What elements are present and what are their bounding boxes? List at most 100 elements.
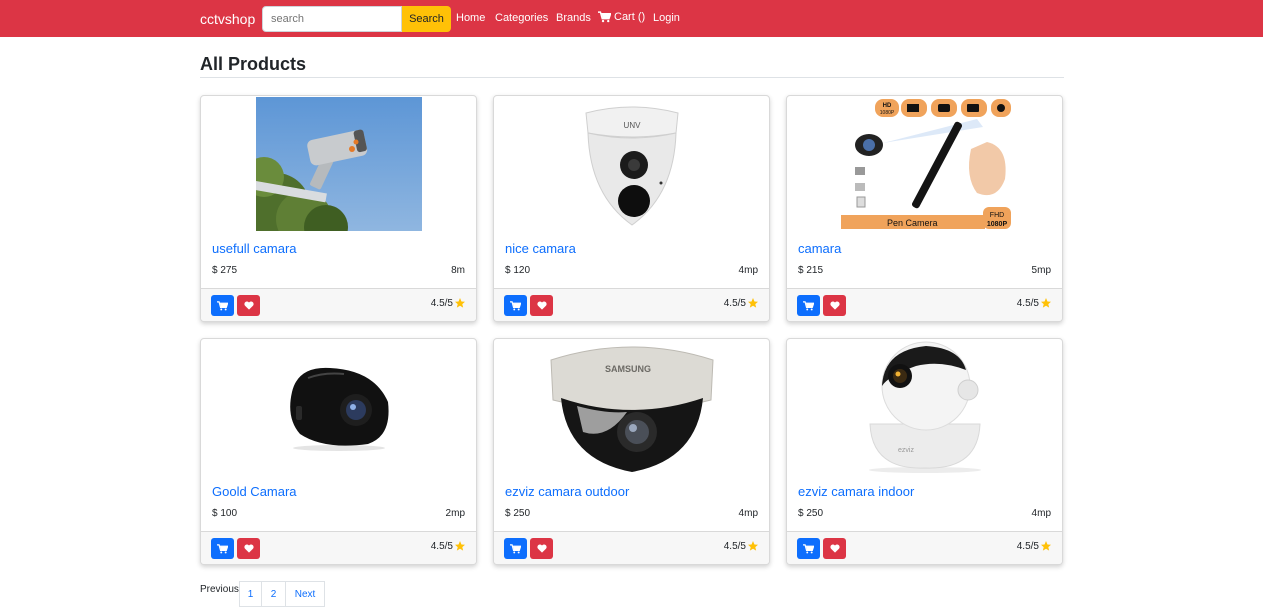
- product-image[interactable]: ezviz: [787, 339, 1062, 475]
- product-spec: 4mp: [738, 508, 758, 519]
- product-card: HD 1080P Pen Camera FHD 1080P camara $ 2…: [786, 95, 1063, 322]
- hd-badge-top: HD: [882, 103, 891, 109]
- product-rating: 4.5/5: [724, 540, 759, 552]
- brand-logo[interactable]: cctvshop: [200, 11, 255, 27]
- product-spec: 4mp: [1031, 508, 1051, 519]
- add-to-wishlist-button[interactable]: [237, 295, 260, 316]
- card-footer: 4.5/5: [787, 531, 1062, 564]
- star-icon: [455, 541, 465, 551]
- star-icon: [1041, 298, 1051, 308]
- heart-icon: [829, 544, 840, 553]
- nav-brands[interactable]: Brands: [556, 12, 591, 24]
- product-rating: 4.5/5: [431, 297, 466, 309]
- add-to-cart-button[interactable]: [797, 538, 820, 559]
- cart-icon: [510, 300, 521, 310]
- add-to-cart-button[interactable]: [504, 538, 527, 559]
- star-icon: [748, 298, 758, 308]
- nav-cart-label: Cart (): [614, 11, 646, 23]
- product-name[interactable]: ezviz camara indoor: [798, 484, 914, 499]
- nav-login[interactable]: Login: [653, 12, 680, 24]
- product-price: $ 120: [505, 265, 531, 276]
- product-image[interactable]: [201, 339, 476, 475]
- heart-icon: [243, 544, 254, 553]
- search-button[interactable]: Search: [402, 6, 451, 32]
- product-price: $ 275: [212, 265, 238, 276]
- star-icon: [455, 298, 465, 308]
- product-price: $ 215: [798, 265, 824, 276]
- product-rating: 4.5/5: [1017, 540, 1052, 552]
- product-card: usefull camara $ 275 8m 4.5/5: [200, 95, 477, 322]
- product-name[interactable]: nice camara: [505, 241, 576, 256]
- rating-value: 4.5/5: [1016, 297, 1039, 309]
- cart-icon: [217, 300, 228, 310]
- add-to-wishlist-button[interactable]: [823, 295, 846, 316]
- mini-camera-photo: [289, 367, 389, 451]
- cart-icon: [598, 11, 611, 23]
- product-image[interactable]: [201, 96, 476, 232]
- card-footer: 4.5/5: [494, 531, 769, 564]
- rating-value: 4.5/5: [430, 297, 453, 309]
- cart-icon: [510, 543, 521, 553]
- pagination-next[interactable]: Next: [286, 581, 325, 607]
- product-image[interactable]: UNV: [494, 96, 769, 232]
- product-image[interactable]: HD 1080P Pen Camera FHD 1080P: [787, 96, 1062, 232]
- samsung-dome-camera-photo: SAMSUNG: [546, 340, 717, 474]
- nav-cart[interactable]: Cart (): [598, 11, 645, 23]
- add-to-wishlist-button[interactable]: [237, 538, 260, 559]
- nav-home[interactable]: Home: [456, 12, 485, 24]
- add-to-cart-button[interactable]: [797, 295, 820, 316]
- pagination-previous[interactable]: Previous: [200, 584, 239, 595]
- product-rating: 4.5/5: [724, 297, 759, 309]
- cart-icon: [217, 543, 228, 553]
- title-divider: [200, 77, 1064, 78]
- hd-badge-bottom: 1080P: [879, 110, 894, 116]
- star-icon: [748, 541, 758, 551]
- product-name[interactable]: Goold Camara: [212, 484, 297, 499]
- heart-icon: [243, 301, 254, 310]
- add-to-wishlist-button[interactable]: [530, 295, 553, 316]
- pen-camera-photo: HD 1080P Pen Camera FHD 1080P: [836, 97, 1013, 231]
- unv-logo-text: UNV: [623, 121, 641, 130]
- rating-value: 4.5/5: [723, 540, 746, 552]
- product-card: ezviz ezviz camara indoor $ 250 4mp 4.5/…: [786, 338, 1063, 565]
- add-to-wishlist-button[interactable]: [530, 538, 553, 559]
- indoor-camera-photo: ezviz: [849, 340, 1000, 474]
- product-spec: 8m: [451, 265, 465, 276]
- card-footer: 4.5/5: [787, 288, 1062, 321]
- product-card: SAMSUNG ezviz camara outdoor $ 250 4mp 4…: [493, 338, 770, 565]
- product-spec: 5mp: [1031, 265, 1051, 276]
- card-footer: 4.5/5: [494, 288, 769, 321]
- ezviz-logo-text: ezviz: [898, 447, 914, 454]
- pagination-page-2[interactable]: 2: [262, 581, 286, 607]
- nav-categories[interactable]: Categories: [495, 12, 548, 24]
- samsung-logo-text: SAMSUNG: [605, 364, 651, 374]
- pen-camera-caption: Pen Camera: [887, 218, 938, 228]
- search-input[interactable]: [262, 6, 402, 32]
- dome-camera-photo: UNV: [571, 97, 692, 231]
- bullet-camera-photo: [255, 97, 422, 231]
- product-price: $ 100: [212, 508, 238, 519]
- add-to-cart-button[interactable]: [211, 538, 234, 559]
- navbar: cctvshop Search Home Categories Brands C…: [0, 0, 1263, 37]
- add-to-cart-button[interactable]: [504, 295, 527, 316]
- card-footer: 4.5/5: [201, 288, 476, 321]
- fhd-resolution: 1080P: [986, 221, 1007, 228]
- product-price: $ 250: [798, 508, 824, 519]
- product-rating: 4.5/5: [1017, 297, 1052, 309]
- add-to-wishlist-button[interactable]: [823, 538, 846, 559]
- product-image[interactable]: SAMSUNG: [494, 339, 769, 475]
- product-name[interactable]: ezviz camara outdoor: [505, 484, 629, 499]
- heart-icon: [536, 301, 547, 310]
- product-spec: 2mp: [445, 508, 465, 519]
- pagination-page-1[interactable]: 1: [239, 581, 262, 607]
- star-icon: [1041, 541, 1051, 551]
- add-to-cart-button[interactable]: [211, 295, 234, 316]
- product-name[interactable]: usefull camara: [212, 241, 297, 256]
- product-name[interactable]: camara: [798, 241, 841, 256]
- heart-icon: [536, 544, 547, 553]
- heart-icon: [829, 301, 840, 310]
- card-footer: 4.5/5: [201, 531, 476, 564]
- product-card: UNV nice camara $ 120 4mp 4.5/5: [493, 95, 770, 322]
- product-spec: 4mp: [738, 265, 758, 276]
- cart-icon: [803, 300, 814, 310]
